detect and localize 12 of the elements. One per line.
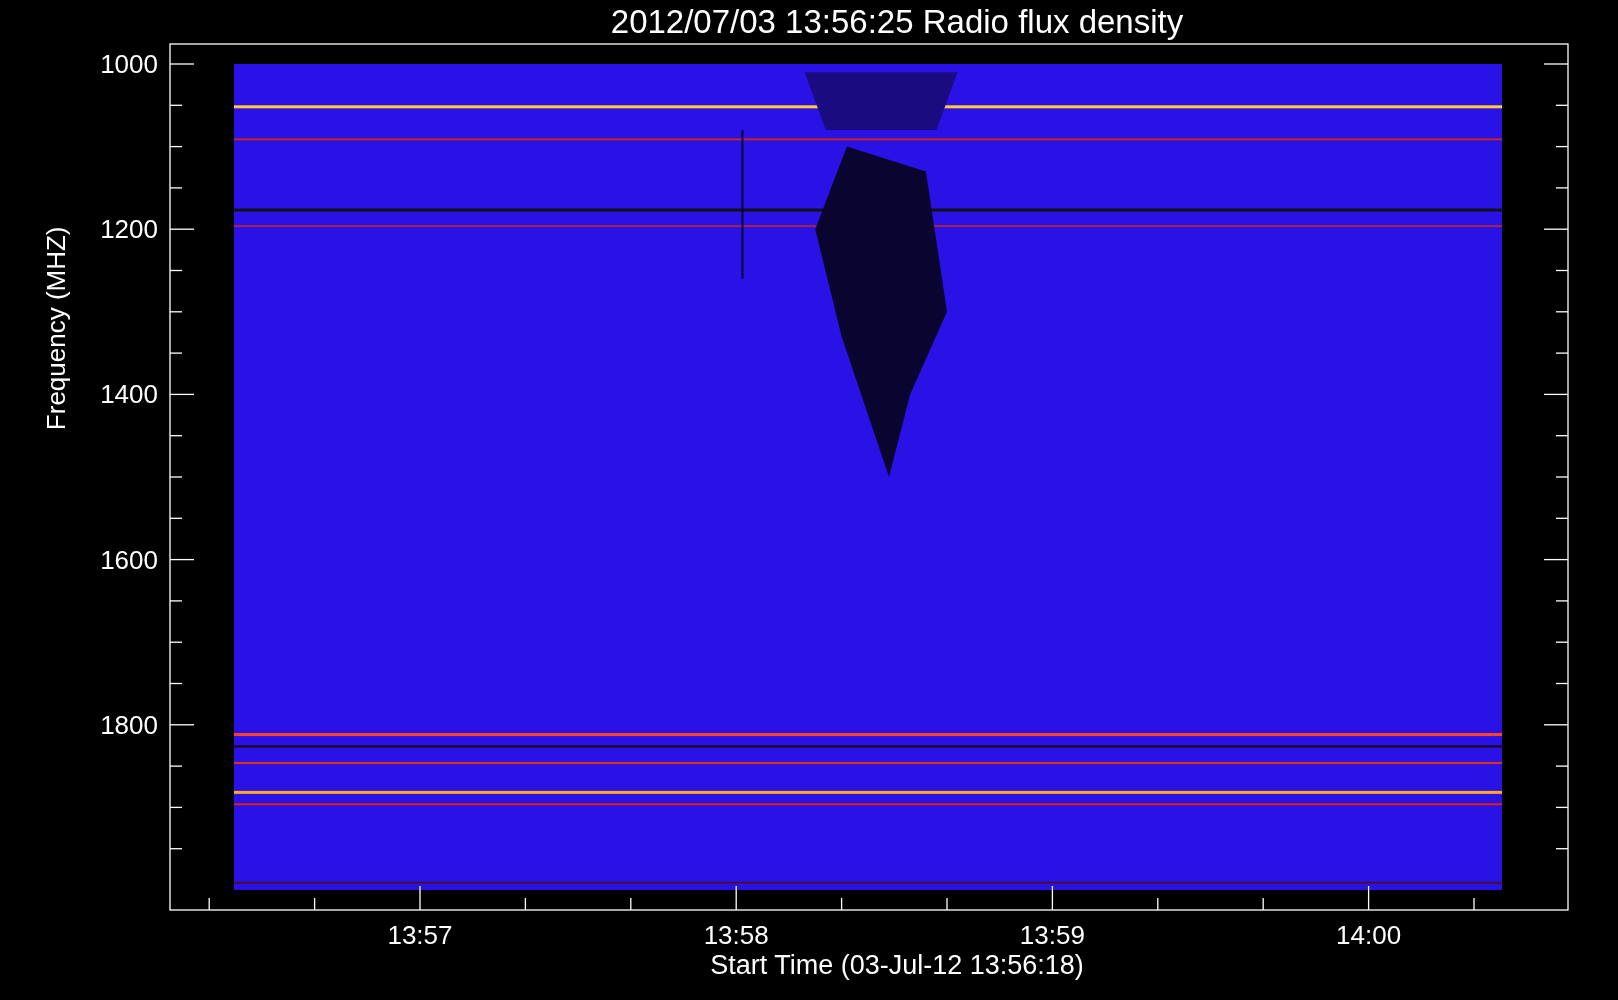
x-tick-label: 13:59 [1019,920,1085,948]
x-tick-label: 13:57 [387,920,453,948]
x-axis-label: Start Time (03-Jul-12 13:56:18) [710,949,1084,982]
y-tick-label: 1600 [100,544,158,575]
chart-title: 2012/07/03 13:56:25 Radio flux density [610,2,1184,41]
x-tick-label: 13:58 [703,920,769,948]
x-tick-label: 14:00 [1336,920,1402,948]
y-tick-label: 1000 [100,49,158,79]
y-tick-label: 1400 [100,379,158,410]
y-axis-label: Frequency (MHZ) [41,226,71,431]
y-tick-label: 1800 [100,709,158,740]
y-tick-label: 1200 [100,214,158,245]
